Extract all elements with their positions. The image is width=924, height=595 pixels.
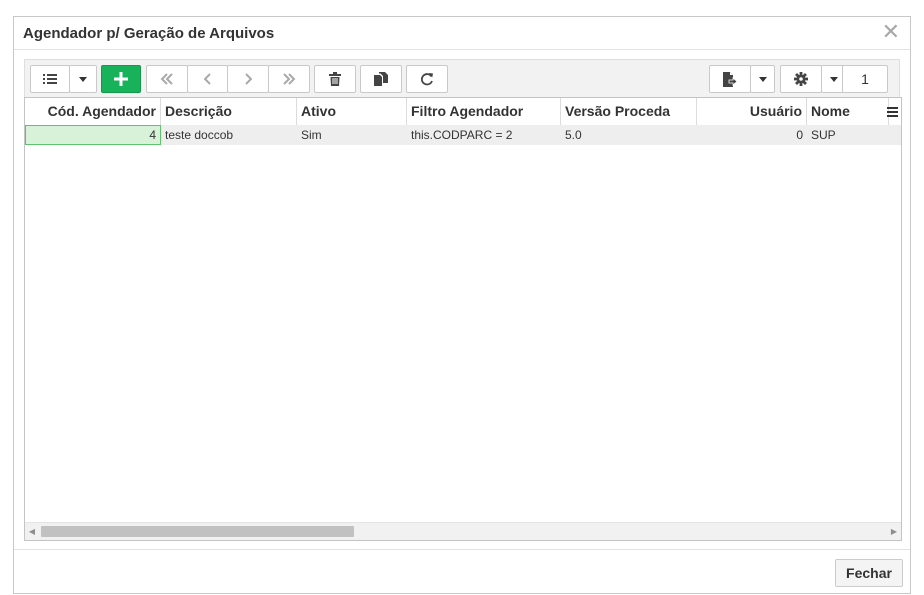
caret-down-icon <box>758 76 767 82</box>
scroll-left-arrow-icon[interactable]: ◀ <box>25 523 39 540</box>
gear-icon <box>794 72 808 86</box>
column-header-cod-agendador[interactable]: Cód. Agendador <box>25 98 161 125</box>
export-file-icon <box>723 71 737 87</box>
close-icon[interactable]: ✕ <box>882 21 900 43</box>
first-page-icon <box>160 73 173 85</box>
page-number-input[interactable] <box>842 65 888 93</box>
export-dropdown-button[interactable] <box>750 65 775 93</box>
dialog-header: Agendador p/ Geração de Arquivos ✕ <box>14 17 910 50</box>
refresh-icon <box>421 73 433 86</box>
plus-icon <box>114 72 128 86</box>
add-button[interactable] <box>101 65 141 93</box>
next-page-button[interactable] <box>227 65 269 93</box>
settings-button[interactable] <box>780 65 822 93</box>
cell-descricao[interactable]: teste doccob <box>161 125 297 145</box>
footer-divider <box>14 549 910 550</box>
dialog-title: Agendador p/ Geração de Arquivos <box>23 25 275 42</box>
cell-filtro-agendador[interactable]: this.CODPARC = 2 <box>407 125 561 145</box>
column-header-nome[interactable]: Nome <box>807 98 889 125</box>
column-header-descricao[interactable]: Descrição <box>161 98 297 125</box>
column-header-filtro-agendador[interactable]: Filtro Agendador <box>407 98 561 125</box>
caret-down-icon <box>829 76 838 82</box>
view-dropdown-button[interactable] <box>69 65 97 93</box>
cell-nome[interactable]: SUP <box>807 125 889 145</box>
cell-versao-proceda[interactable]: 5.0 <box>561 125 697 145</box>
duplicate-button[interactable] <box>360 65 402 93</box>
prev-page-button[interactable] <box>187 65 228 93</box>
refresh-button[interactable] <box>406 65 448 93</box>
first-page-button[interactable] <box>146 65 188 93</box>
list-icon <box>43 74 57 84</box>
copy-icon <box>374 72 388 86</box>
scheduler-dialog: Agendador p/ Geração de Arquivos ✕ 1 Cód… <box>13 16 911 594</box>
last-page-button[interactable] <box>268 65 310 93</box>
next-page-icon <box>245 73 252 85</box>
trash-icon <box>329 72 341 86</box>
column-header-versao-proceda[interactable]: Versão Proceda <box>561 98 697 125</box>
prev-page-icon <box>203 73 211 85</box>
view-list-button[interactable] <box>30 65 70 93</box>
cell-usuario[interactable]: 0 <box>697 125 807 145</box>
last-page-icon <box>283 73 296 85</box>
cell-ativo[interactable]: Sim <box>297 125 407 145</box>
horizontal-scrollbar[interactable]: ◀ ▶ <box>25 522 901 540</box>
data-grid: Cód. Agendador Descrição Ativo Filtro Ag… <box>24 97 902 541</box>
toolbar <box>24 59 900 97</box>
export-button[interactable] <box>709 65 751 93</box>
grid-header: Cód. Agendador Descrição Ativo Filtro Ag… <box>25 98 901 126</box>
scrollbar-thumb[interactable] <box>41 526 354 537</box>
column-menu-icon[interactable] <box>883 98 901 125</box>
column-header-usuario[interactable]: Usuário <box>697 98 807 125</box>
close-button[interactable]: Fechar <box>835 559 903 587</box>
cell-cod-agendador[interactable]: 4 <box>25 125 161 145</box>
table-row[interactable]: 4 teste doccob Sim this.CODPARC = 2 5.0 … <box>25 125 901 145</box>
column-header-ativo[interactable]: Ativo <box>297 98 407 125</box>
delete-button[interactable] <box>314 65 356 93</box>
caret-down-icon <box>79 76 87 82</box>
scroll-right-arrow-icon[interactable]: ▶ <box>887 523 901 540</box>
